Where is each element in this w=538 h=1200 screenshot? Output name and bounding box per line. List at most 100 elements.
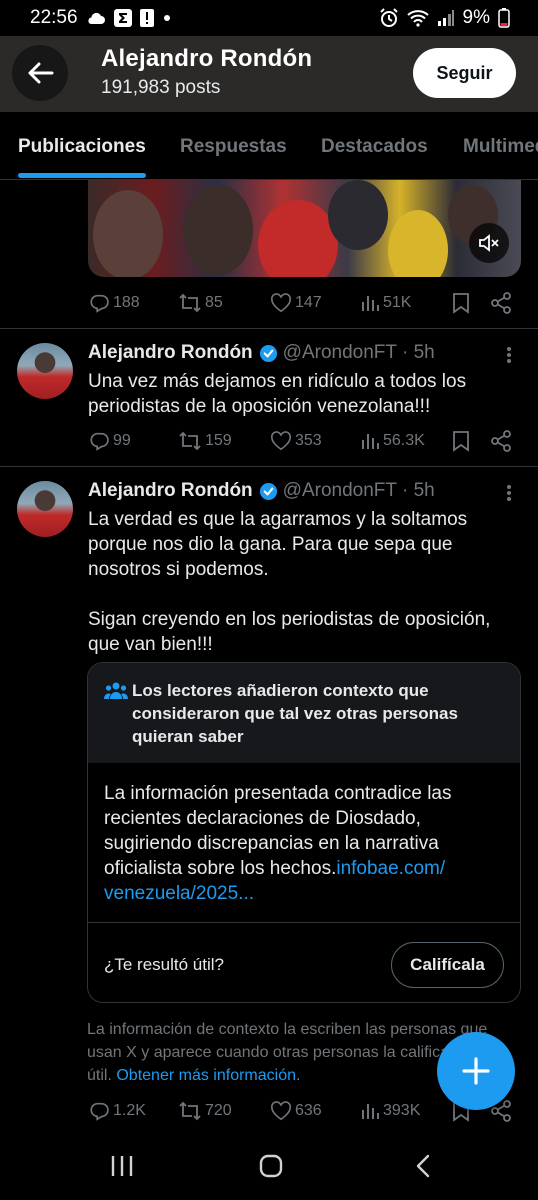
reply-icon	[90, 294, 109, 313]
reply-count: 188	[113, 294, 140, 311]
author-name[interactable]: Alejandro Rondón	[88, 480, 253, 502]
post-time: · 5h	[402, 480, 435, 501]
sigma-icon	[113, 9, 132, 27]
signal-icon	[437, 9, 455, 27]
active-tab-indicator	[18, 173, 146, 178]
reply-button[interactable]: 99	[88, 426, 131, 456]
profile-name: Alejandro Rondón	[101, 45, 313, 72]
share-button[interactable]	[490, 288, 512, 318]
like-button[interactable]: 147	[270, 288, 322, 318]
system-nav-bar	[0, 1130, 538, 1200]
plus-icon	[462, 1057, 490, 1085]
bookmark-icon	[453, 431, 469, 452]
heart-icon	[270, 293, 292, 313]
like-count: 636	[295, 1102, 322, 1119]
alarm-icon	[379, 8, 399, 28]
bookmark-button[interactable]	[452, 288, 470, 318]
like-count: 147	[295, 294, 322, 311]
alert-icon	[139, 9, 154, 27]
post-actions: 99 159 353 56.3K	[88, 426, 518, 456]
rate-button[interactable]: Califícala	[391, 942, 504, 988]
profile-tabs: Publicaciones Respuestas Destacados Mult…	[0, 112, 538, 180]
back-nav-button[interactable]	[414, 1154, 432, 1183]
tab-respuestas[interactable]: Respuestas	[180, 136, 287, 158]
status-time: 22:56	[30, 7, 78, 28]
share-button[interactable]	[490, 426, 512, 456]
tweet-header: Alejandro Rondón @ArondonFT · 5h	[88, 480, 435, 502]
views-button[interactable]: 51K	[360, 288, 411, 318]
views-button[interactable]: 393K	[360, 1096, 420, 1126]
bookmark-icon	[453, 293, 469, 314]
author-name[interactable]: Alejandro Rondón	[88, 342, 253, 364]
arrow-left-icon	[28, 62, 54, 84]
recent-apps-icon	[111, 1156, 133, 1176]
battery-icon	[498, 8, 510, 28]
view-count: 393K	[383, 1102, 421, 1119]
repost-icon	[179, 431, 201, 451]
recent-apps-button[interactable]	[110, 1154, 134, 1183]
view-count: 56.3K	[383, 432, 425, 449]
status-bar: 22:56 9%	[0, 0, 538, 36]
reply-button[interactable]: 188	[88, 288, 140, 318]
views-button[interactable]: 56.3K	[360, 426, 425, 456]
note-header: Los lectores añadieron contexto que cons…	[88, 663, 520, 763]
tweet[interactable]: Alejandro Rondón @ArondonFT · 5h La verd…	[0, 466, 538, 666]
bookmark-button[interactable]	[452, 426, 470, 456]
verified-badge-icon	[259, 482, 278, 501]
post-count: 191,983 posts	[101, 77, 221, 98]
repost-button[interactable]: 159	[178, 426, 232, 456]
reply-count: 1.2K	[113, 1102, 146, 1119]
learn-more-link[interactable]: Obtener más información.	[116, 1067, 300, 1084]
like-button[interactable]: 353	[270, 426, 322, 456]
heart-icon	[270, 431, 292, 451]
repost-button[interactable]: 85	[178, 288, 223, 318]
follow-button[interactable]: Seguir	[413, 48, 516, 98]
home-button[interactable]	[259, 1154, 283, 1183]
people-icon	[104, 681, 128, 706]
note-body: La información presentada contradice las…	[104, 781, 504, 906]
tweet-text: Una vez más dejamos en ridículo a todos …	[88, 371, 467, 417]
share-icon	[491, 430, 511, 452]
battery-percent: 9%	[462, 7, 490, 28]
tab-destacados[interactable]: Destacados	[321, 136, 428, 158]
repost-count: 85	[205, 294, 223, 311]
compose-button[interactable]	[437, 1032, 515, 1110]
share-icon	[491, 292, 511, 314]
profile-header: Alejandro Rondón 191,983 posts Seguir	[0, 36, 538, 112]
reply-icon	[90, 432, 109, 451]
like-button[interactable]: 636	[270, 1096, 322, 1126]
avatar[interactable]	[17, 343, 73, 399]
view-count: 51K	[383, 294, 412, 311]
tweet-text: La verdad es que la agarramos y la solta…	[88, 509, 491, 655]
avatar[interactable]	[17, 481, 73, 537]
post-time: · 5h	[402, 342, 435, 363]
post-video[interactable]	[88, 180, 521, 277]
note-title: Los lectores añadieron contexto que cons…	[132, 681, 458, 746]
dot-icon	[162, 13, 172, 23]
note-question: ¿Te resultó útil?	[104, 955, 224, 974]
tweet-header: Alejandro Rondón @ArondonFT · 5h	[88, 342, 435, 364]
wifi-icon	[406, 9, 429, 27]
author-handle[interactable]: @ArondonFT	[283, 480, 397, 502]
more-options-icon[interactable]	[506, 484, 512, 507]
repost-button[interactable]: 720	[178, 1096, 232, 1126]
reply-icon	[90, 1102, 109, 1121]
tab-multimedia[interactable]: Multimedia	[463, 136, 538, 158]
reply-button[interactable]: 1.2K	[88, 1096, 146, 1126]
reply-count: 99	[113, 432, 131, 449]
tab-publicaciones[interactable]: Publicaciones	[18, 136, 146, 158]
author-handle[interactable]: @ArondonFT	[283, 342, 397, 364]
more-options-icon[interactable]	[506, 346, 512, 369]
community-note: Los lectores añadieron contexto que cons…	[87, 662, 521, 1003]
header-text: Alejandro Rondón 191,983 posts	[101, 45, 312, 99]
repost-count: 720	[205, 1102, 232, 1119]
cloud-icon	[86, 11, 106, 25]
post-actions: 188 85 147 51K	[88, 288, 518, 318]
mute-button[interactable]	[469, 223, 509, 263]
heart-icon	[270, 1101, 292, 1121]
repost-icon	[179, 293, 201, 313]
views-icon	[362, 296, 379, 311]
verified-badge-icon	[259, 344, 278, 363]
back-chevron-icon	[416, 1154, 430, 1178]
back-button[interactable]	[12, 45, 68, 101]
